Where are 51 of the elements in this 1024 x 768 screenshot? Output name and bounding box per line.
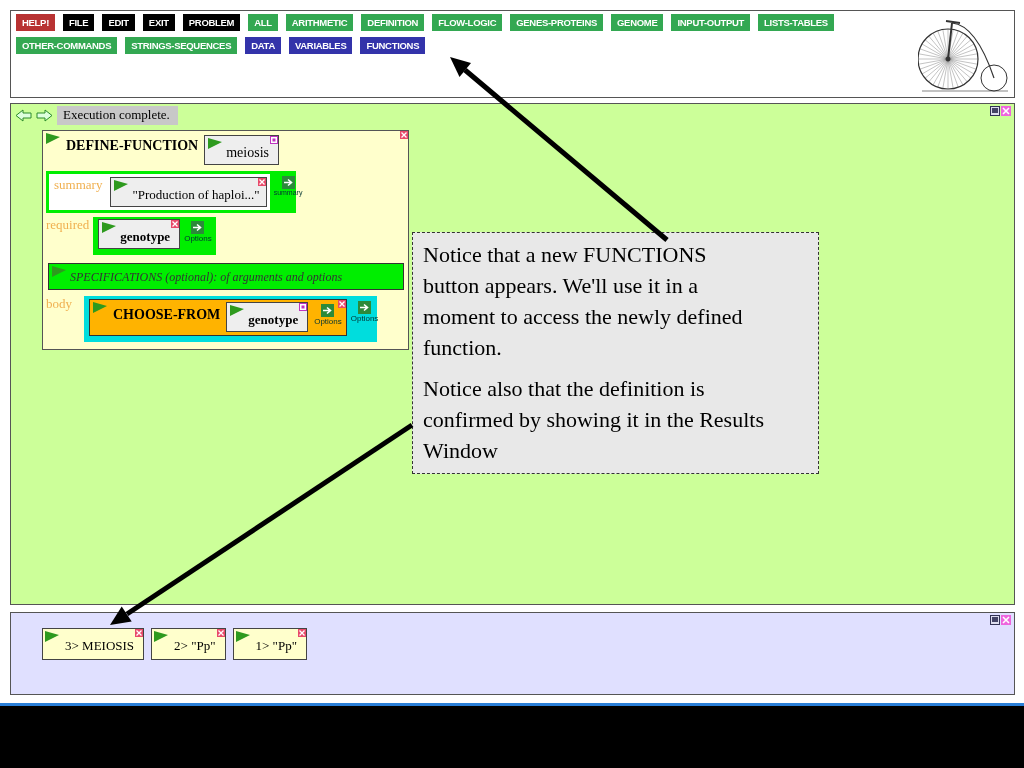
- arrow-icon[interactable]: [321, 304, 335, 317]
- triangle-icon[interactable]: [52, 266, 66, 277]
- note-text: Notice that a new FUNCTIONS button appears. We'll use it in a moment to access the newly defined function.: [423, 241, 744, 362]
- right-arrow-icon[interactable]: [36, 109, 53, 122]
- triangle-icon[interactable]: [230, 305, 245, 316]
- menu-button[interactable]: PROBLEM: [182, 14, 241, 31]
- block-title: DEFINE-FUNCTION: [66, 138, 199, 154]
- status-message: Execution complete.: [57, 106, 178, 125]
- result-text: 1> "Pp": [255, 638, 297, 654]
- window-icon[interactable]: [990, 615, 1000, 625]
- menu-button[interactable]: DATA: [245, 37, 281, 54]
- menu-button[interactable]: EDIT: [102, 14, 135, 31]
- arrow-icon[interactable]: [358, 301, 372, 314]
- result-item[interactable]: 2> "Pp": [151, 628, 226, 660]
- options-link[interactable]: Options: [184, 234, 212, 243]
- triangle-icon[interactable]: [208, 138, 223, 149]
- triangle-icon[interactable]: [114, 180, 129, 191]
- options-link[interactable]: Options: [314, 317, 342, 326]
- token-text: meiosis: [226, 145, 269, 161]
- square-icon[interactable]: [270, 136, 278, 144]
- token-text: genotype: [120, 229, 171, 245]
- result-text: 3> MEIOSIS: [65, 638, 135, 654]
- close-icon[interactable]: [135, 629, 144, 637]
- triangle-icon[interactable]: [235, 631, 250, 642]
- token-text: genotype: [248, 312, 299, 328]
- field-label: summary: [54, 177, 103, 193]
- block-title: CHOOSE-FROM: [113, 307, 221, 323]
- square-icon[interactable]: [299, 303, 308, 311]
- menu-button[interactable]: FILE: [63, 14, 95, 31]
- close-icon[interactable]: [171, 220, 180, 228]
- triangle-icon[interactable]: [102, 222, 117, 233]
- result-item[interactable]: 1> "Pp": [232, 628, 307, 660]
- result-text: 2> "Pp": [174, 638, 216, 654]
- menu-button[interactable]: VARIABLES: [288, 37, 353, 54]
- note-text: Notice also that the definition is confirmed by showing it in the Results Window: [423, 375, 765, 465]
- window-icon[interactable]: [990, 106, 1000, 116]
- triangle-icon[interactable]: [93, 302, 107, 313]
- triangle-icon[interactable]: [154, 631, 169, 642]
- specifications-text: SPECIFICATIONS (optional): of arguments and options: [70, 270, 343, 285]
- arrow-icon[interactable]: [281, 176, 295, 189]
- field-label: required: [46, 217, 90, 233]
- menu-button[interactable]: HELP!: [16, 14, 55, 31]
- menu-button[interactable]: EXIT: [142, 14, 175, 31]
- field-label: body: [46, 296, 72, 312]
- menu-button[interactable]: FUNCTIONS: [360, 37, 426, 54]
- triangle-icon[interactable]: [45, 631, 59, 642]
- arrow-icon[interactable]: [191, 221, 205, 234]
- result-item[interactable]: 3> MEIOSIS: [42, 628, 145, 660]
- triangle-icon[interactable]: [46, 133, 60, 144]
- token-text: "Production of haploi...": [132, 187, 260, 203]
- left-arrow-icon[interactable]: [15, 109, 32, 122]
